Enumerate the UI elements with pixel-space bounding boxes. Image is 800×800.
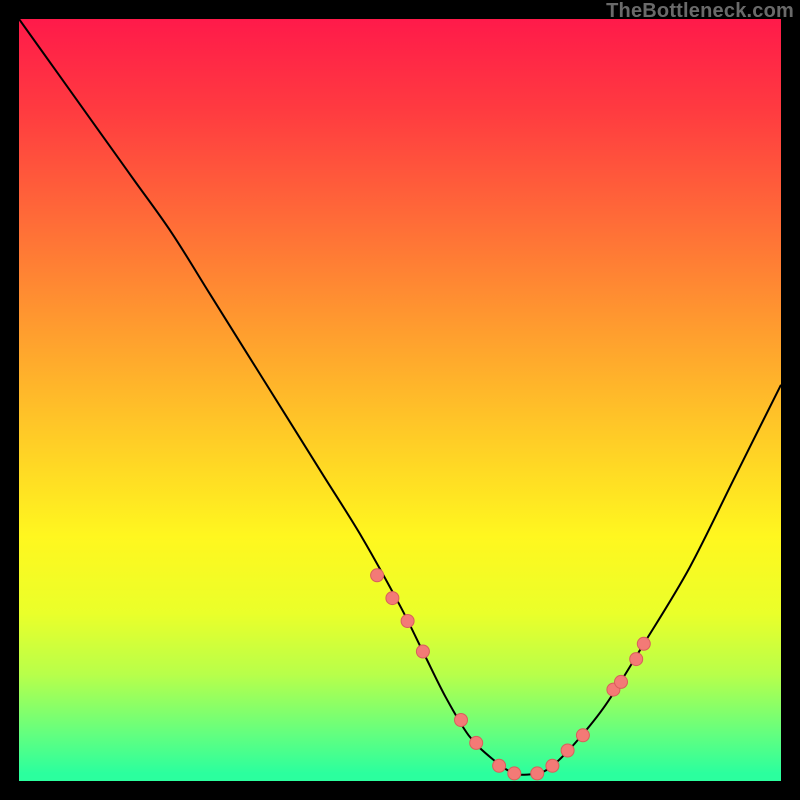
highlight-dot: [531, 767, 544, 780]
highlight-dot: [371, 569, 384, 582]
highlight-dot: [630, 653, 643, 666]
highlight-dots: [371, 569, 651, 780]
highlight-dot: [470, 736, 483, 749]
highlight-dot: [637, 637, 650, 650]
highlight-dot: [546, 759, 559, 772]
highlight-dot: [416, 645, 429, 658]
highlight-dot: [386, 592, 399, 605]
highlight-dot: [615, 675, 628, 688]
highlight-dot: [455, 714, 468, 727]
chart-svg: [19, 19, 781, 781]
highlight-dot: [401, 615, 414, 628]
watermark-text: TheBottleneck.com: [606, 0, 794, 23]
highlight-dot: [508, 767, 521, 780]
highlight-dot: [493, 759, 506, 772]
bottleneck-curve: [19, 19, 781, 775]
highlight-dot: [576, 729, 589, 742]
highlight-dot: [561, 744, 574, 757]
